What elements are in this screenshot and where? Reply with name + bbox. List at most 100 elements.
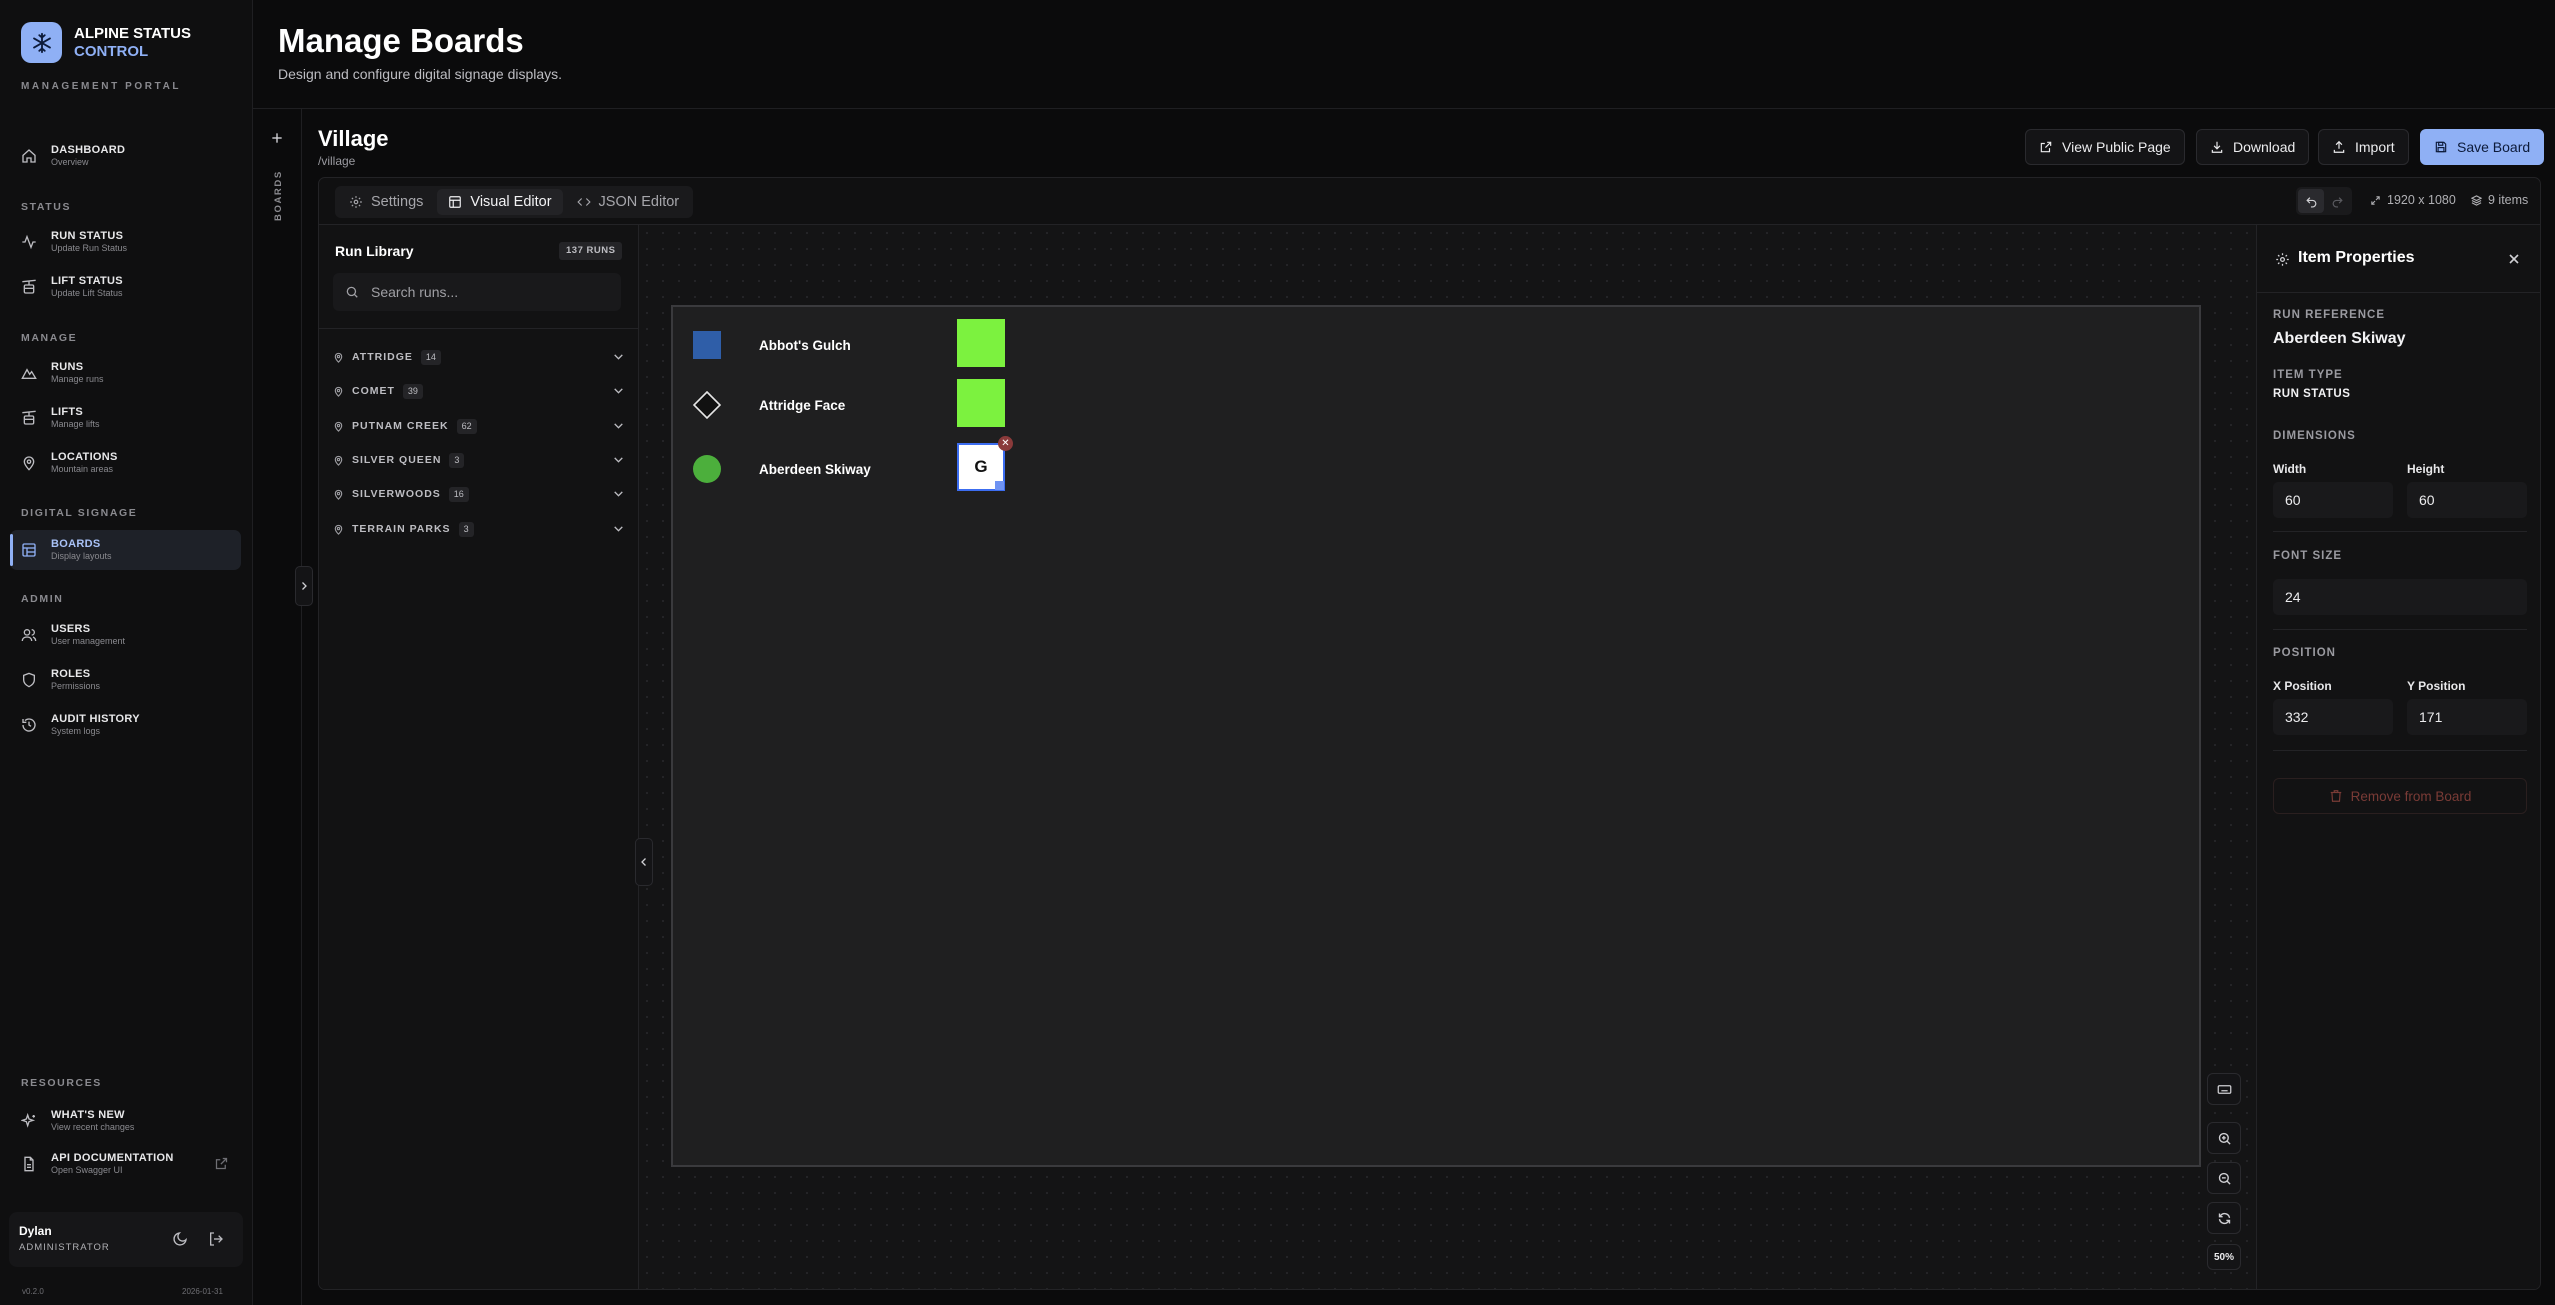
remove-item-button[interactable]: ✕	[998, 436, 1013, 451]
import-button[interactable]: Import	[2318, 129, 2409, 165]
height-input[interactable]: 60	[2407, 482, 2527, 518]
status-indicator[interactable]	[957, 379, 1005, 427]
users-icon	[21, 629, 37, 642]
redo-button[interactable]	[2324, 189, 2350, 213]
editor-tabs: Settings Visual Editor JSON Editor	[335, 186, 694, 218]
page-subtitle: Design and configure digital signage dis…	[278, 66, 563, 82]
save-board-button[interactable]: Save Board	[2420, 129, 2545, 165]
view-public-page-button[interactable]: View Public Page	[2025, 129, 2185, 165]
sidebar-item-run-status[interactable]: RUN STATUS Update Run Status	[10, 222, 241, 262]
sidebar-item-lifts[interactable]: LIFTS Manage lifts	[10, 398, 241, 438]
collapse-library-button[interactable]	[635, 838, 653, 886]
properties-header: Item Properties	[2257, 225, 2540, 293]
tab-json-editor[interactable]: JSON Editor	[566, 189, 691, 215]
sidebar-item-dashboard[interactable]: DASHBOARD Overview	[10, 136, 241, 176]
upload-icon	[2333, 140, 2345, 153]
sidebar-item-desc: Manage runs	[51, 374, 104, 384]
height-value: 60	[2419, 492, 2435, 508]
brand-line2: CONTROL	[74, 42, 149, 60]
remove-from-board-button[interactable]: Remove from Board	[2273, 778, 2527, 814]
black-diamond-icon	[693, 391, 721, 419]
status-indicator[interactable]	[957, 319, 1005, 367]
board-canvas[interactable]: Abbot's Gulch Attridge Face Aberdeen Ski…	[639, 225, 2256, 1289]
sidebar-item-whats-new[interactable]: WHAT'S NEW View recent changes	[10, 1101, 241, 1141]
plus-icon[interactable]	[270, 131, 284, 145]
editor-toolbar: Settings Visual Editor JSON Editor 1920 …	[319, 178, 2540, 225]
sidebar-item-users[interactable]: USERS User management	[10, 615, 241, 655]
run-group-putnam-creek[interactable]: PUTNAM CREEK 62	[333, 415, 625, 437]
logout-icon[interactable]	[208, 1231, 224, 1247]
resize-handle[interactable]	[995, 481, 1004, 490]
board-item-row[interactable]: Aberdeen Skiway G ✕	[693, 436, 1013, 491]
sidebar: ALPINE STATUS CONTROL MANAGEMENT PORTAL …	[0, 0, 253, 1305]
save-icon	[2435, 141, 2447, 153]
width-label: Width	[2273, 462, 2307, 476]
board-item-row[interactable]: Abbot's Gulch	[693, 319, 1013, 367]
sidebar-item-desc: System logs	[51, 726, 101, 736]
sidebar-item-locations[interactable]: LOCATIONS Mountain areas	[10, 443, 241, 483]
group-count: 62	[456, 418, 477, 434]
board-item-label: Abbot's Gulch	[759, 338, 851, 353]
chevron-down-icon	[614, 526, 623, 532]
properties-title: Item Properties	[2298, 249, 2415, 266]
font-size-input[interactable]: 24	[2273, 579, 2527, 615]
sidebar-item-api-documentation[interactable]: API DOCUMENTATION Open Swagger UI	[10, 1144, 241, 1184]
tab-settings[interactable]: Settings	[338, 189, 434, 215]
search-input[interactable]	[371, 284, 611, 300]
board-dimensions: 1920 x 1080	[2370, 193, 2456, 207]
sidebar-item-runs[interactable]: RUNS Manage runs	[10, 353, 241, 393]
layout-icon	[449, 196, 462, 208]
sidebar-item-label: RUN STATUS	[51, 230, 124, 242]
keyboard-shortcuts-button[interactable]	[2207, 1073, 2241, 1105]
zoom-out-button[interactable]	[2207, 1162, 2241, 1194]
sidebar-item-label: USERS	[51, 623, 91, 635]
run-group-silverwoods[interactable]: SILVERWOODS 16	[333, 483, 625, 505]
run-group-terrain-parks[interactable]: TERRAIN PARKS 3	[333, 518, 625, 540]
properties-divider	[2273, 750, 2527, 751]
sidebar-item-label: ROLES	[51, 668, 91, 680]
run-library-panel: Run Library 137 RUNS ATTRIDGE 14 COMET 3…	[319, 225, 639, 1289]
header-divider	[253, 108, 2555, 109]
nav-section-status: STATUS	[21, 201, 72, 213]
sidebar-item-label: AUDIT HISTORY	[51, 713, 140, 725]
item-type-value: RUN STATUS	[2273, 388, 2351, 400]
board-item-row[interactable]: Attridge Face	[693, 379, 1013, 427]
sidebar-item-roles[interactable]: ROLES Permissions	[10, 660, 241, 700]
zoom-in-icon	[2218, 1132, 2231, 1145]
y-position-input[interactable]: 171	[2407, 699, 2527, 735]
brand-subtitle: MANAGEMENT PORTAL	[21, 81, 182, 92]
run-group-silver-queen[interactable]: SILVER QUEEN 3	[333, 449, 625, 471]
snowflake-icon	[21, 22, 62, 63]
undo-icon	[2305, 196, 2316, 208]
x-position-input[interactable]: 332	[2273, 699, 2393, 735]
board-preview[interactable]: Abbot's Gulch Attridge Face Aberdeen Ski…	[671, 305, 2201, 1167]
sidebar-item-boards[interactable]: BOARDS Display layouts	[10, 530, 241, 570]
download-button[interactable]: Download	[2196, 129, 2310, 165]
chevron-left-icon	[641, 858, 646, 866]
run-group-comet[interactable]: COMET 39	[333, 380, 625, 402]
sidebar-item-lift-status[interactable]: LIFT STATUS Update Lift Status	[10, 267, 241, 307]
width-input[interactable]: 60	[2273, 482, 2393, 518]
chevron-down-icon	[614, 423, 623, 429]
button-label: View Public Page	[2062, 139, 2171, 155]
brand[interactable]: ALPINE STATUS CONTROL	[21, 22, 191, 63]
app-root: ALPINE STATUS CONTROL MANAGEMENT PORTAL …	[0, 0, 2555, 1305]
run-group-attridge[interactable]: ATTRIDGE 14	[333, 346, 625, 368]
zoom-in-button[interactable]	[2207, 1122, 2241, 1154]
tab-visual-editor[interactable]: Visual Editor	[437, 189, 563, 215]
board-name: Village	[318, 126, 389, 151]
group-count: 3	[449, 452, 465, 468]
board-item-label: Attridge Face	[759, 398, 846, 413]
reset-zoom-button[interactable]	[2207, 1202, 2241, 1234]
board-item-count: 9 items	[2471, 193, 2528, 207]
moon-icon[interactable]	[172, 1231, 188, 1247]
run-search	[333, 273, 621, 311]
boards-rail: BOARDS	[253, 109, 302, 1305]
close-icon[interactable]	[2506, 251, 2522, 267]
sidebar-item-audit-history[interactable]: AUDIT HISTORY System logs	[10, 705, 241, 745]
expand-boards-button[interactable]	[295, 566, 313, 606]
mountain-icon	[21, 368, 37, 379]
group-count: 16	[448, 486, 469, 502]
undo-button[interactable]	[2298, 189, 2324, 213]
trash-icon	[2330, 790, 2341, 802]
